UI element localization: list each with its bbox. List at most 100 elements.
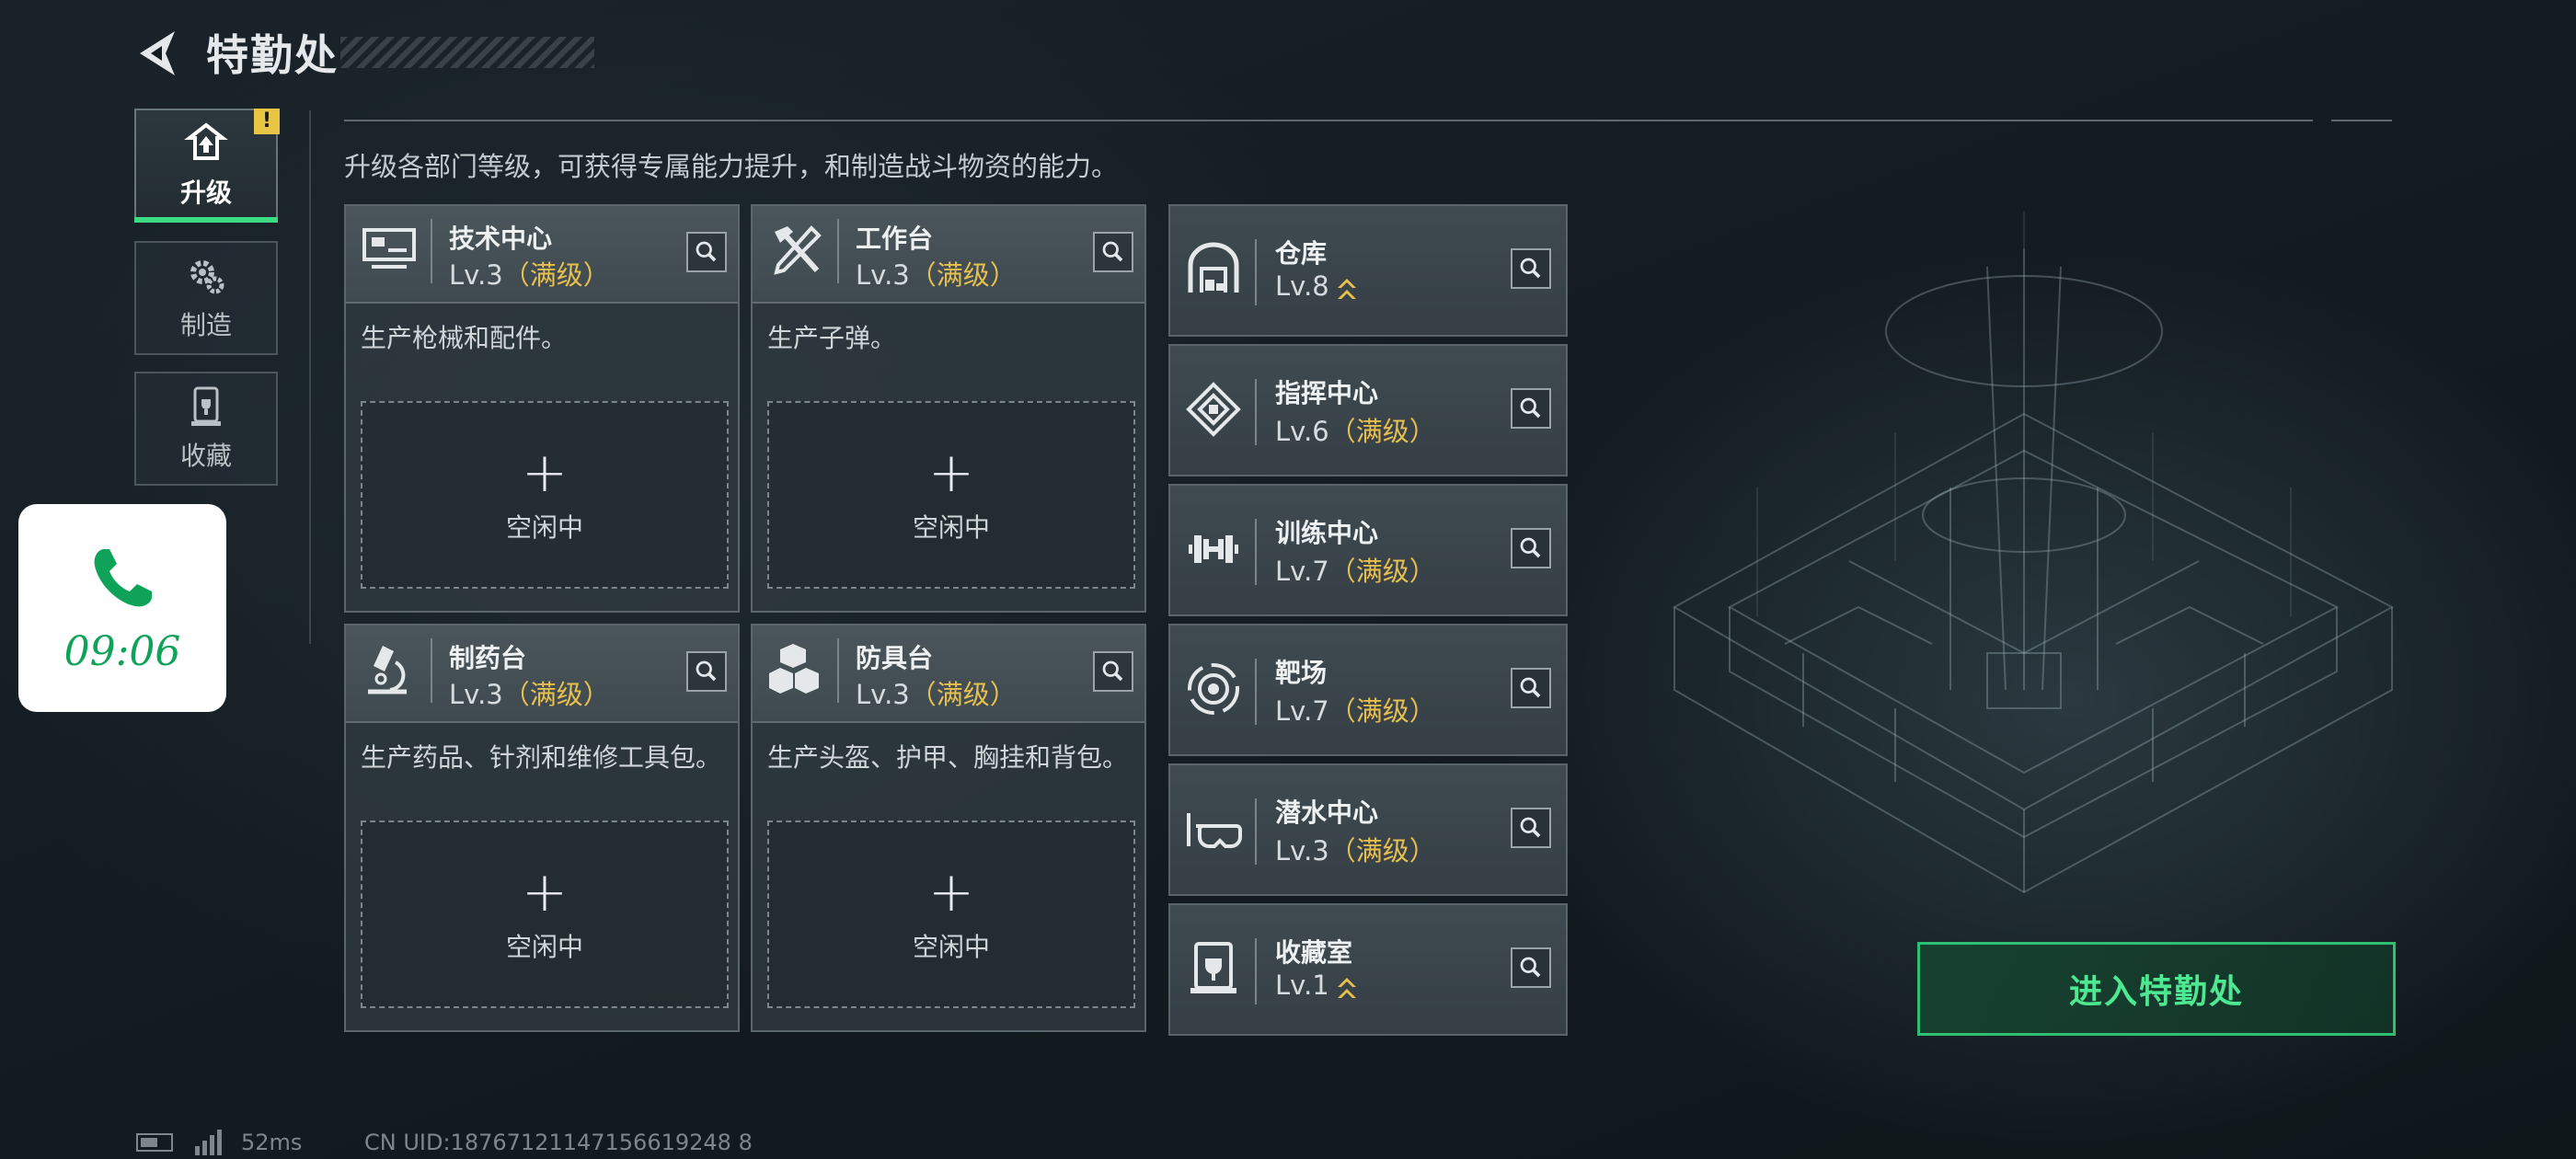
separator [1255, 519, 1257, 585]
search-icon[interactable] [1511, 248, 1551, 289]
search-icon[interactable] [1511, 808, 1551, 848]
card-header: 防具台 Lv.3（满级） [753, 625, 1144, 723]
facility-name: 仓库 [1275, 238, 1328, 269]
plus-icon: + [927, 860, 975, 924]
tab-label: 升级 [179, 178, 232, 208]
search-icon[interactable] [1093, 232, 1133, 272]
dumbbell-icon [1189, 535, 1238, 563]
back-arrow-icon[interactable] [134, 28, 178, 79]
separator [1255, 659, 1257, 725]
battery-icon [136, 1133, 173, 1152]
search-icon[interactable] [686, 651, 727, 692]
warehouse-icon [1188, 242, 1239, 293]
card-header: 技术中心 Lv.3（满级） [346, 206, 738, 304]
tab-label: 制造 [179, 310, 232, 340]
search-icon[interactable] [1093, 651, 1133, 692]
intro-text: 升级各部门等级，可获得专属能力提升，和制造战斗物资的能力。 [344, 151, 1119, 182]
collection-room-icon [1190, 942, 1236, 993]
search-icon[interactable] [1511, 528, 1551, 568]
facility-level: Lv.1 [1275, 970, 1359, 1002]
facility-description: 生产枪械和配件。 [361, 323, 568, 353]
tech-center-icon [362, 228, 416, 269]
microscope-icon [368, 646, 407, 694]
gear-icon [190, 260, 224, 294]
title-decoration [340, 37, 594, 68]
facility-collection-room[interactable]: 收藏室 Lv.1 [1168, 903, 1568, 1036]
divider [309, 110, 311, 644]
target-icon [1188, 663, 1239, 715]
divider [2331, 120, 2392, 121]
facility-name: 技术中心 [449, 224, 553, 254]
facility-description: 生产子弹。 [767, 323, 897, 353]
facility-diving-center[interactable]: 潜水中心 Lv.3（满级） [1168, 763, 1568, 896]
facility-command-center[interactable]: 指挥中心 Lv.6（满级） [1168, 344, 1568, 476]
separator [431, 638, 432, 703]
tab-label: 收藏 [179, 441, 232, 471]
production-card-workbench: 工作台 Lv.3（满级） 生产子弹。 + 空闲中 [751, 204, 1146, 613]
facility-level: Lv.7（满级） [1275, 695, 1436, 727]
page-title: 特勤处 [206, 30, 339, 80]
armor-boxes-icon [769, 644, 819, 694]
level-up-icon [1337, 279, 1356, 299]
separator [1255, 798, 1257, 865]
facility-level: Lv.8 [1275, 270, 1359, 303]
facility-name: 训练中心 [1275, 518, 1379, 548]
separator [1255, 938, 1257, 1004]
tab-craft[interactable]: 制造 [134, 241, 278, 355]
facility-level: Lv.6（满级） [1275, 416, 1436, 447]
facility-name: 防具台 [856, 643, 934, 673]
facility-description: 生产头盔、护甲、胸挂和背包。 [767, 742, 1129, 773]
facility-shooting-range[interactable]: 靶场 Lv.7（满级） [1168, 624, 1568, 756]
production-slot[interactable]: + 空闲中 [767, 820, 1135, 1008]
workbench-tools-icon [774, 225, 822, 275]
phone-call-widget[interactable]: 09:06 [18, 504, 226, 712]
plus-icon: + [521, 441, 569, 505]
facility-level: Lv.7（满级） [1275, 556, 1436, 587]
separator [837, 638, 839, 703]
enter-special-ops-button[interactable]: 进入特勤处 [1917, 942, 2396, 1036]
facility-level: Lv.3（满级） [856, 259, 1017, 291]
facility-level: Lv.3（满级） [449, 259, 610, 291]
signal-icon [195, 1130, 222, 1155]
facility-name: 制药台 [449, 643, 527, 673]
tab-collection[interactable]: 收藏 [134, 372, 278, 486]
trophy-case-icon [191, 386, 221, 426]
upgrade-icon [184, 122, 228, 160]
separator [1255, 379, 1257, 445]
separator [1255, 239, 1257, 305]
call-timer: 09:06 [63, 627, 181, 675]
facility-name: 指挥中心 [1275, 378, 1379, 408]
slot-status: 空闲中 [912, 512, 990, 543]
facility-name: 靶场 [1275, 658, 1328, 688]
search-icon[interactable] [1511, 947, 1551, 988]
production-slot[interactable]: + 空闲中 [361, 820, 729, 1008]
facility-warehouse[interactable]: 仓库 Lv.8 [1168, 204, 1568, 337]
search-icon[interactable] [686, 232, 727, 272]
facility-level: Lv.3（满级） [856, 679, 1017, 710]
base-wireframe-illustration [1672, 212, 2395, 894]
card-header: 工作台 Lv.3（满级） [753, 206, 1144, 304]
search-icon[interactable] [1511, 388, 1551, 429]
slot-status: 空闲中 [505, 512, 583, 543]
search-icon[interactable] [1511, 668, 1551, 708]
production-card-armor: 防具台 Lv.3（满级） 生产头盔、护甲、胸挂和背包。 + 空闲中 [751, 624, 1146, 1032]
level-up-icon [1337, 978, 1356, 998]
facility-name: 潜水中心 [1275, 798, 1379, 828]
slot-status: 空闲中 [912, 932, 990, 962]
uid-readout: CN UID:18767121147156619248 8 [364, 1130, 753, 1155]
production-slot[interactable]: + 空闲中 [361, 401, 729, 589]
facility-name: 收藏室 [1275, 937, 1353, 968]
production-card-tech-center: 技术中心 Lv.3（满级） 生产枪械和配件。 + 空闲中 [344, 204, 740, 613]
plus-icon: + [927, 441, 975, 505]
facility-training-center[interactable]: 训练中心 Lv.7（满级） [1168, 484, 1568, 616]
phone-icon [94, 548, 152, 606]
facility-description: 生产药品、针剂和维修工具包。 [361, 742, 722, 773]
divider [344, 120, 2313, 121]
facility-level: Lv.3（满级） [1275, 835, 1436, 866]
card-header: 制药台 Lv.3（满级） [346, 625, 738, 723]
production-card-pharmacy: 制药台 Lv.3（满级） 生产药品、针剂和维修工具包。 + 空闲中 [344, 624, 740, 1032]
facility-name: 工作台 [856, 224, 934, 254]
production-slot[interactable]: + 空闲中 [767, 401, 1135, 589]
facility-level: Lv.3（满级） [449, 679, 610, 710]
separator [837, 219, 839, 283]
